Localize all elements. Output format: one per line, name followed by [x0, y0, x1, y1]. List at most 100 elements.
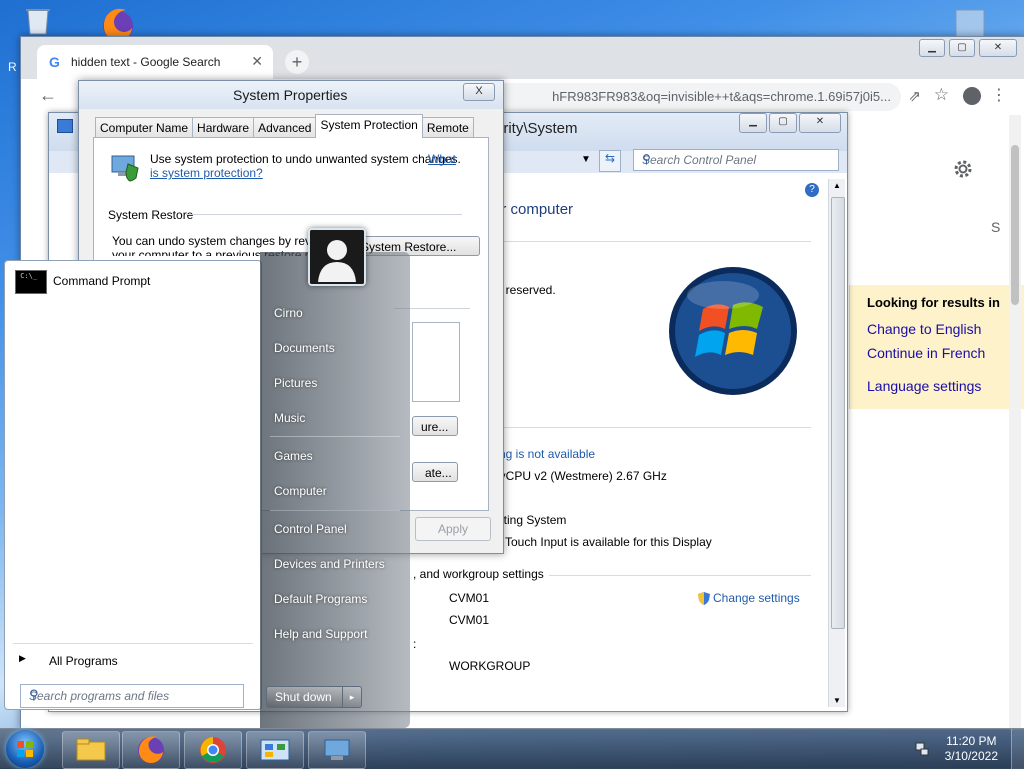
sp-intro-link-2[interactable]: is system protection?: [150, 166, 263, 180]
bookmark-star-icon[interactable]: ☆: [934, 85, 949, 105]
cp-page-heading: ur computer: [493, 201, 574, 218]
all-programs-label: All Programs: [49, 654, 118, 668]
sm-item-pictures[interactable]: Pictures: [274, 376, 317, 390]
start-menu: C:\_ Command Prompt ▶ All Programs Cirno…: [0, 252, 410, 728]
tab-remote[interactable]: Remote: [421, 117, 474, 137]
description-colon: :: [413, 637, 417, 651]
cp-refresh-icon[interactable]: ⇆: [599, 150, 621, 172]
sm-item-default-programs[interactable]: Default Programs: [274, 592, 367, 606]
sp-tab-bar: Computer Name Hardware Advanced System P…: [95, 114, 474, 138]
shutdown-button[interactable]: Shut down ▸: [266, 686, 362, 708]
taskbar-chrome-button[interactable]: [184, 731, 242, 769]
back-arrow-icon[interactable]: ←: [39, 85, 57, 106]
start-orb-button[interactable]: [6, 730, 44, 768]
page-letter: S: [991, 219, 1001, 235]
full-computer-name-value: CVM01: [449, 613, 490, 627]
tab-hardware[interactable]: Hardware: [192, 117, 255, 137]
sm-separator: [270, 510, 400, 511]
sp-divider: [186, 214, 462, 215]
taskbar-control-panel-button[interactable]: [246, 731, 304, 769]
sp-title: System Properties: [233, 87, 348, 103]
language-settings-link[interactable]: Language settings: [867, 378, 981, 394]
all-programs-item[interactable]: ▶ All Programs: [17, 651, 253, 671]
windows-flag-icon: [17, 741, 33, 757]
user-avatar[interactable]: [308, 228, 366, 286]
sm-item-control-panel[interactable]: Control Panel: [274, 522, 347, 536]
chrome-scroll-thumb[interactable]: [1011, 145, 1019, 305]
cp-close-button[interactable]: ✕: [799, 113, 841, 133]
show-desktop-button[interactable]: [1011, 729, 1024, 769]
sm-item-computer[interactable]: Computer: [274, 484, 327, 498]
address-bar-url: hFR983FR983&oq=invisible++t&aqs=chrome.1…: [552, 89, 891, 104]
cp-dropdown-arrow-icon[interactable]: ▼: [581, 154, 591, 165]
shield-icon: [697, 591, 711, 606]
explorer-icon: [76, 738, 106, 761]
chrome-tab-active[interactable]: G hidden text - Google Search ✕: [37, 45, 273, 79]
close-button[interactable]: ✕: [979, 39, 1017, 57]
chrome-window-controls: ▁ ▢ ✕: [919, 39, 1017, 57]
google-favicon-icon: G: [49, 54, 60, 70]
recycle-bin-label: R: [8, 60, 17, 74]
tab-computer-name[interactable]: Computer Name: [95, 117, 194, 137]
menu-kebab-icon[interactable]: ⋮: [991, 85, 1007, 105]
network-tray-icon[interactable]: [914, 741, 930, 757]
configure-button[interactable]: ure...: [412, 416, 458, 436]
cp-minimize-button[interactable]: ▁: [739, 113, 767, 133]
share-icon[interactable]: ⇗: [908, 87, 921, 105]
cp-search-input[interactable]: Search Control Panel ⚲: [633, 149, 839, 171]
maximize-button[interactable]: ▢: [949, 39, 975, 57]
processor-value: nyCPU v2 (Westmere) 2.67 GHz: [493, 469, 667, 483]
chrome-scrollbar[interactable]: [1009, 115, 1021, 729]
sp-drive-list[interactable]: [412, 322, 460, 402]
sm-item-games[interactable]: Games: [274, 449, 313, 463]
cp-search-icon[interactable]: ⚲: [642, 152, 832, 166]
cp-divider-2: [489, 427, 811, 428]
workgroup-section-heading: , and workgroup settings: [413, 567, 544, 581]
cp-scroll-up-icon[interactable]: ▲: [833, 181, 841, 190]
tray-clock[interactable]: 11:20 PM 3/10/2022: [945, 734, 998, 764]
language-suggestion-box: Looking for results in Change to English…: [849, 285, 1024, 409]
start-menu-programs-pane: C:\_ Command Prompt ▶ All Programs: [4, 260, 262, 710]
cp-scrollbar[interactable]: ▲ ▼: [828, 179, 845, 707]
sm-item-music[interactable]: Music: [274, 411, 305, 425]
tab-title: hidden text - Google Search: [71, 55, 221, 69]
settings-gear-icon[interactable]: [951, 157, 975, 181]
sp-restore-text-1: You can undo system changes by revertin: [112, 234, 335, 248]
cp-breadcrumb[interactable]: urity\System: [495, 120, 578, 137]
sp-titlebar: System Properties X: [79, 81, 503, 109]
apply-button[interactable]: Apply: [415, 517, 491, 541]
command-prompt-item[interactable]: C:\_ Command Prompt: [9, 267, 255, 295]
new-tab-button[interactable]: +: [285, 50, 309, 74]
chrome-icon: [200, 737, 226, 763]
rating-link[interactable]: ting is not available: [493, 447, 595, 461]
taskbar-explorer-button[interactable]: [62, 731, 120, 769]
sm-item-documents[interactable]: Documents: [274, 341, 335, 355]
firefox-icon: [138, 736, 164, 764]
taskbar-firefox-button[interactable]: [122, 731, 180, 769]
create-button[interactable]: ate...: [412, 462, 458, 482]
taskbar-system-properties-button[interactable]: [308, 731, 366, 769]
continue-in-french-link[interactable]: Continue in French: [867, 345, 985, 361]
sp-intro-text: Use system protection to undo unwanted s…: [150, 152, 461, 166]
start-search-input[interactable]: Search programs and files ⚲: [20, 684, 244, 708]
help-icon[interactable]: ?: [805, 183, 819, 197]
tab-close-icon[interactable]: ✕: [251, 53, 263, 70]
minimize-button[interactable]: ▁: [919, 39, 945, 57]
tab-system-protection[interactable]: System Protection: [315, 114, 423, 138]
recycle-bin-icon[interactable]: [20, 6, 56, 36]
change-to-english-link[interactable]: Change to English: [867, 321, 981, 337]
tab-advanced[interactable]: Advanced: [253, 117, 317, 137]
profile-icon[interactable]: [963, 87, 981, 105]
sm-item-help-support[interactable]: Help and Support: [274, 627, 367, 641]
change-settings-link[interactable]: Change settings: [713, 591, 800, 605]
shutdown-arrow-icon[interactable]: ▸: [342, 687, 361, 707]
cp-scroll-down-icon[interactable]: ▼: [833, 696, 841, 705]
start-search-icon[interactable]: ⚲: [29, 687, 237, 703]
sp-intro-link-1[interactable]: What: [428, 152, 456, 166]
sm-item-cirno[interactable]: Cirno: [274, 306, 303, 320]
sp-close-button[interactable]: X: [463, 83, 495, 101]
cp-maximize-button[interactable]: ▢: [769, 113, 797, 133]
taskbar: 11:20 PM 3/10/2022: [0, 728, 1024, 769]
sm-item-devices-printers[interactable]: Devices and Printers: [274, 557, 385, 571]
cp-scroll-thumb[interactable]: [831, 197, 845, 629]
